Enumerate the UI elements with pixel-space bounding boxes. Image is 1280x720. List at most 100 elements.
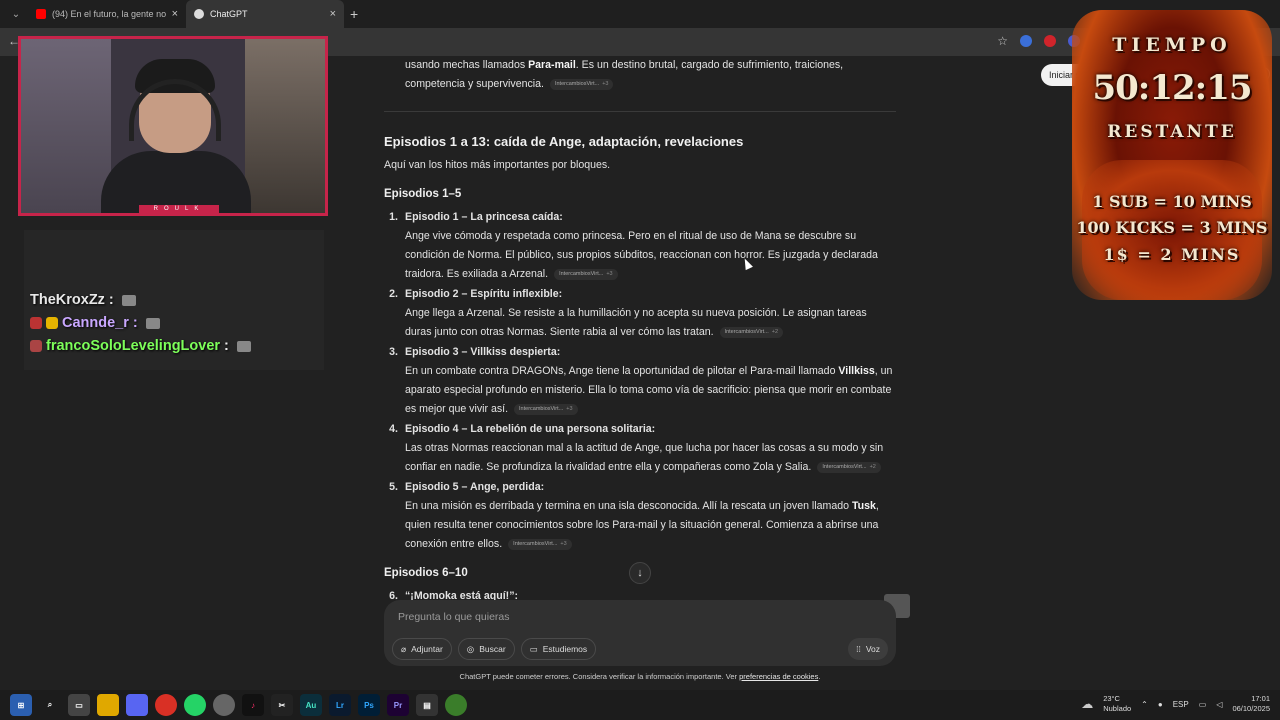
citation-more: +3: [560, 540, 567, 547]
taskbar-apps: ⊞ ⌕ ▭ ♪ ✂ Au Lr Ps Pr ▤: [10, 694, 467, 716]
attach-button[interactable]: ⌀ Adjuntar: [392, 638, 452, 660]
lightroom-icon[interactable]: Lr: [329, 694, 351, 716]
search-button[interactable]: ◎ Buscar: [457, 638, 515, 660]
task-view-icon[interactable]: ▭: [68, 694, 90, 716]
citation-more: +3: [606, 270, 613, 277]
terminal-icon[interactable]: ▤: [416, 694, 438, 716]
premiere-icon[interactable]: Pr: [387, 694, 409, 716]
episode-number: 4.: [389, 423, 398, 435]
clock[interactable]: 17:01 06/10/2025: [1232, 694, 1270, 714]
tab-title: (94) En el futuro, la gente norm: [52, 9, 166, 19]
close-tab-icon[interactable]: ×: [172, 8, 178, 20]
study-label: Estudiemos: [542, 644, 588, 654]
clock-date: 06/10/2025: [1232, 704, 1270, 713]
intro-text: usando mechas llamados: [405, 59, 529, 71]
episode-body: En un combate contra DRAGONs, Ange tiene…: [405, 365, 839, 377]
shelf-background: [245, 39, 325, 213]
citation-more: +2: [771, 328, 779, 335]
weather-icon: ☁: [1081, 697, 1094, 711]
attach-label: Adjuntar: [411, 644, 443, 654]
language-indicator[interactable]: ESP: [1173, 700, 1189, 709]
tab-youtube[interactable]: (94) En el futuro, la gente norm ×: [28, 0, 186, 28]
start-icon[interactable]: ⊞: [10, 694, 32, 716]
star-icon[interactable]: ☆: [997, 34, 1008, 48]
citation-pill[interactable]: IntercambiosVirt... +3: [508, 538, 572, 550]
section-subtitle: Aquí van los hitos más importantes por b…: [384, 159, 611, 171]
tab-chatgpt[interactable]: ChatGPT ×: [186, 0, 344, 28]
chat-username: francoSoloLevelingLover: [46, 338, 221, 354]
new-tab-button[interactable]: +: [350, 6, 358, 22]
chat-message: Cannde_r :: [30, 315, 251, 331]
episode-item: 5. Episodio 5 – Ange, perdida: En una mi…: [384, 478, 896, 554]
citation-label: IntercambiosVirt...: [559, 270, 604, 277]
voice-button[interactable]: ⁞⁞ Voz: [848, 638, 888, 660]
weather-desc: Nublado: [1103, 704, 1132, 713]
episode-body: Ange llega a Arzenal. Se resiste a la hu…: [405, 307, 867, 338]
citation-pill[interactable]: IntercambiosVirt... +2: [719, 326, 784, 338]
timer-value: 50:12:15: [1092, 68, 1252, 108]
microphone-icon[interactable]: ●: [1158, 700, 1163, 709]
episode-title: Episodio 1 – La princesa caída:: [405, 211, 563, 223]
block-title: Episodios 1–5: [384, 188, 462, 200]
chat-username: Cannde_r: [62, 315, 129, 331]
message-composer[interactable]: Pregunta lo que quieras ⌀ Adjuntar ◎ Busca…: [384, 600, 896, 666]
episode-bold: Tusk: [851, 500, 876, 512]
episode-body: Las otras Normas reaccionan mal a la act…: [405, 442, 884, 473]
citation-more: +3: [566, 405, 573, 412]
discord-icon[interactable]: [126, 694, 148, 716]
emote-icon: [236, 340, 251, 352]
taskbar: ⊞ ⌕ ▭ ♪ ✂ Au Lr Ps Pr ▤ ☁ 23°C Nublado ⌃…: [0, 690, 1280, 720]
tab-search-button[interactable]: ⌄: [4, 4, 28, 24]
chrome-icon[interactable]: [155, 694, 177, 716]
tiktok-icon[interactable]: ♪: [242, 694, 264, 716]
book-icon: ▭: [529, 643, 538, 654]
whatsapp-icon[interactable]: [184, 694, 206, 716]
close-tab-icon[interactable]: ×: [330, 8, 336, 20]
citation-pill[interactable]: IntercambiosVirt... +3: [514, 403, 578, 415]
episode-body: Ange vive cómoda y respetada como prince…: [405, 230, 878, 280]
cookie-preferences-link[interactable]: preferencias de cookies: [739, 672, 818, 681]
disclaimer-end: .: [818, 672, 821, 681]
emote-icon: [145, 317, 160, 329]
citation-pill[interactable]: IntercambiosVirt... +3: [549, 78, 614, 90]
globe-icon: ◎: [466, 643, 475, 654]
webcam-overlay: ROULK: [18, 36, 328, 216]
subathon-timer: TIEMPO 50:12:15 RESTANTE 1 SUB = 10 MINS…: [1072, 10, 1272, 300]
app-icon[interactable]: [213, 694, 235, 716]
chat-message: francoSoloLevelingLover :: [30, 338, 251, 354]
volume-icon[interactable]: ◁: [1216, 700, 1222, 709]
episode-body: En una misión es derribada y termina en …: [405, 500, 852, 512]
episode-title: Episodio 5 – Ange, perdida:: [405, 481, 545, 493]
capcut-icon[interactable]: ✂: [271, 694, 293, 716]
episode-bold: Villkiss: [838, 365, 875, 377]
chevron-up-icon[interactable]: ⌃: [1141, 700, 1148, 709]
citation-pill[interactable]: IntercambiosVirt... +2: [817, 461, 881, 473]
citation-pill[interactable]: IntercambiosVirt... +3: [554, 268, 618, 280]
youtube-icon: [36, 9, 46, 19]
audition-icon[interactable]: Au: [300, 694, 322, 716]
study-button[interactable]: ▭ Estudiemos: [520, 638, 597, 660]
badge-icon: [30, 340, 42, 352]
chrome-active-icon[interactable]: [445, 694, 467, 716]
episode-title: Episodio 4 – La rebelión de una persona …: [405, 423, 656, 435]
chat-separator: :: [224, 338, 229, 354]
prompt-input[interactable]: Pregunta lo que quieras: [398, 611, 510, 623]
network-icon[interactable]: ▭: [1199, 700, 1207, 709]
scroll-down-button[interactable]: ↓: [629, 562, 651, 584]
timer-rule: 1$ = 2 MINS: [1103, 245, 1241, 264]
citation-more: +2: [869, 463, 876, 470]
extension-icon[interactable]: [1044, 35, 1056, 47]
file-explorer-icon[interactable]: [97, 694, 119, 716]
episode-title: Episodio 2 – Espíritu inflexible:: [405, 288, 563, 300]
photoshop-icon[interactable]: Ps: [358, 694, 380, 716]
citation-label: IntercambiosVirt...: [513, 540, 558, 547]
timer-rule: 100 KICKS = 3 MINS: [1076, 218, 1268, 237]
extension-icon[interactable]: [1020, 35, 1032, 47]
weather-widget[interactable]: 23°C Nublado: [1103, 694, 1131, 714]
episode-item: 3. Episodio 3 – Villkiss despierta: En u…: [384, 343, 896, 419]
emote-icon: [121, 294, 136, 306]
chatgpt-icon: [194, 9, 204, 19]
search-icon[interactable]: ⌕: [39, 694, 61, 716]
citation-label: IntercambiosVirt...: [519, 405, 564, 412]
stream-chat: TheKroxZz : Cannde_r : francoSoloLevelin…: [30, 292, 251, 361]
